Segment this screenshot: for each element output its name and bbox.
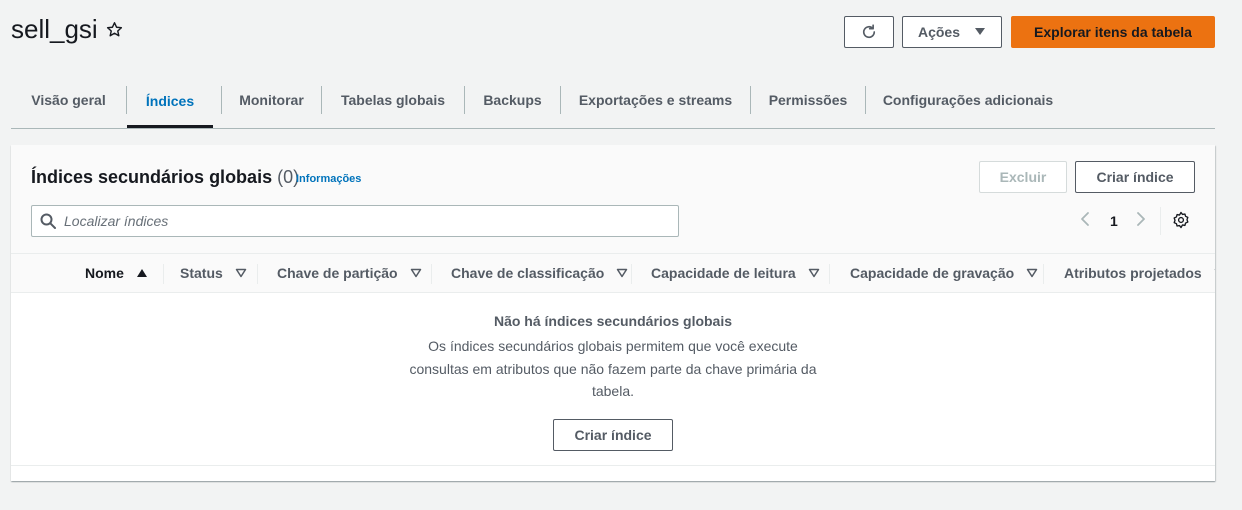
page-title-row: sell_gsi — [11, 14, 123, 45]
tab-overview[interactable]: Visão geral — [11, 76, 126, 124]
page-title: sell_gsi — [11, 14, 98, 44]
tab-indexes[interactable]: Índices — [127, 76, 213, 128]
tab-additional-settings[interactable]: Configurações adicionais — [866, 76, 1070, 124]
sort-icon — [1214, 268, 1215, 278]
pager-divider — [1160, 207, 1161, 235]
column-divider — [1043, 264, 1044, 284]
tab-bar: Visão geral Índices Monitorar Tabelas gl… — [11, 76, 1215, 129]
page-number[interactable]: 1 — [1110, 213, 1118, 229]
tab-permissions[interactable]: Permissões — [751, 76, 865, 124]
sort-icon — [616, 268, 628, 278]
search-box[interactable] — [31, 205, 679, 237]
column-divider — [829, 264, 830, 284]
sort-ascending-icon — [136, 268, 148, 278]
refresh-icon — [860, 23, 878, 41]
previous-page-icon[interactable] — [1079, 211, 1091, 232]
delete-button[interactable]: Excluir — [979, 161, 1067, 193]
column-label: Nome — [85, 265, 124, 281]
panel-title-text: Índices secundários globais — [31, 167, 273, 187]
gsi-panel: Índices secundários globais (0) Informaç… — [11, 145, 1215, 481]
column-header-read-capacity[interactable]: Capacidade de leitura — [651, 254, 820, 292]
panel-title: Índices secundários globais (0) — [31, 167, 299, 188]
column-divider — [163, 264, 164, 284]
column-header-write-capacity[interactable]: Capacidade de gravação — [850, 254, 1038, 292]
column-label: Capacidade de leitura — [651, 265, 796, 281]
empty-state: Não há índices secundários globais Os ín… — [11, 293, 1215, 451]
sort-icon — [808, 268, 820, 278]
search-icon — [40, 213, 56, 229]
sort-icon — [410, 268, 422, 278]
column-header-name[interactable]: Nome — [85, 254, 148, 292]
refresh-button[interactable] — [844, 16, 894, 48]
column-label: Chave de classificação — [451, 265, 605, 281]
explore-items-button[interactable]: Explorar itens da tabela — [1011, 16, 1215, 48]
column-header-status[interactable]: Status — [180, 254, 247, 292]
create-index-button[interactable]: Criar índice — [1075, 161, 1195, 193]
table-header: Nome Status Chave de partição Chave de c… — [11, 253, 1215, 293]
column-label: Atributos projetados — [1064, 265, 1202, 281]
sort-icon — [235, 268, 247, 278]
column-divider — [631, 264, 632, 284]
column-header-partition-key[interactable]: Chave de partição — [277, 254, 422, 292]
column-divider — [431, 264, 432, 284]
tab-monitor[interactable]: Monitorar — [222, 76, 321, 124]
actions-dropdown-button[interactable]: Ações — [902, 16, 1002, 48]
column-header-projected-attributes[interactable]: Atributos projetados — [1064, 254, 1215, 292]
column-label: Chave de partição — [277, 265, 398, 281]
column-label: Status — [180, 265, 223, 281]
search-input[interactable] — [62, 212, 646, 230]
tab-backups[interactable]: Backups — [465, 76, 560, 124]
empty-state-title: Não há índices secundários globais — [493, 313, 733, 329]
empty-create-index-button[interactable]: Criar índice — [553, 418, 673, 451]
sort-icon — [1026, 268, 1038, 278]
star-icon[interactable] — [106, 21, 123, 38]
column-divider — [257, 264, 258, 284]
next-page-icon[interactable] — [1135, 211, 1147, 232]
actions-label: Ações — [917, 24, 961, 40]
empty-state-description: Os índices secundários globais permitem … — [409, 338, 817, 399]
column-header-sort-key[interactable]: Chave de classificação — [451, 254, 628, 292]
caret-down-icon — [974, 27, 986, 37]
table-footer-divider — [11, 465, 1215, 466]
tab-global-tables[interactable]: Tabelas globais — [322, 76, 464, 124]
gear-icon[interactable] — [1172, 211, 1190, 234]
column-label: Capacidade de gravação — [850, 265, 1015, 281]
info-link[interactable]: Informações — [296, 173, 361, 185]
tab-exports-streams[interactable]: Exportações e streams — [561, 76, 750, 124]
